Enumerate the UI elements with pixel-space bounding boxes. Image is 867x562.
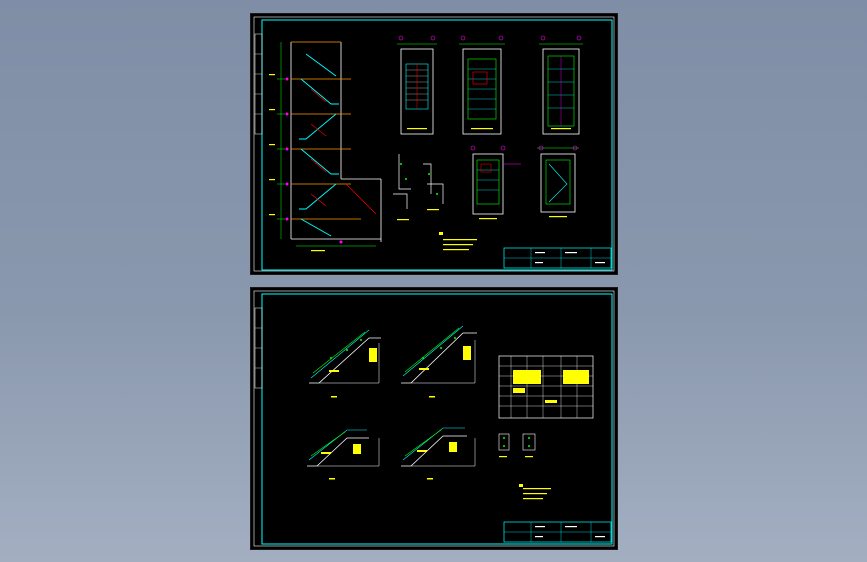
- stair-section: [269, 41, 382, 252]
- drawing-sheet-top: [250, 13, 618, 275]
- flight-detail-c: [307, 429, 380, 480]
- title-block: [503, 247, 612, 269]
- stair-plan-1: [397, 35, 437, 135]
- binding-strip: [254, 33, 263, 135]
- detail-sections: [393, 154, 444, 221]
- stair-flights: [299, 53, 339, 237]
- section-dimension-line: [277, 42, 376, 247]
- binding-strip-cells: [255, 327, 262, 369]
- stair-plan-5: [537, 145, 579, 218]
- cad-drawing-stair-plans: [253, 16, 615, 272]
- flight-detail-a: [309, 329, 381, 398]
- section-hatch: [310, 88, 377, 215]
- drawing-sheet-bottom: [250, 287, 618, 550]
- general-notes: [439, 232, 477, 251]
- cad-drawing-stair-flights: [253, 290, 615, 547]
- drawing-frame: [261, 19, 613, 271]
- drawing-frame: [261, 293, 613, 545]
- stair-plan-4: [470, 145, 521, 220]
- reinforcement-schedule-table: [498, 355, 594, 419]
- small-cross-sections: [498, 433, 536, 458]
- flight-detail-d: [401, 427, 476, 480]
- binding-strip-cells: [255, 53, 262, 115]
- outer-frame: [253, 290, 615, 547]
- flight-detail-b: [401, 325, 477, 398]
- stair-plan-2: [459, 35, 505, 135]
- title-block: [503, 521, 612, 543]
- stair-plan-3: [539, 35, 583, 135]
- general-notes: [519, 484, 551, 500]
- section-annotation-marks: [269, 74, 325, 252]
